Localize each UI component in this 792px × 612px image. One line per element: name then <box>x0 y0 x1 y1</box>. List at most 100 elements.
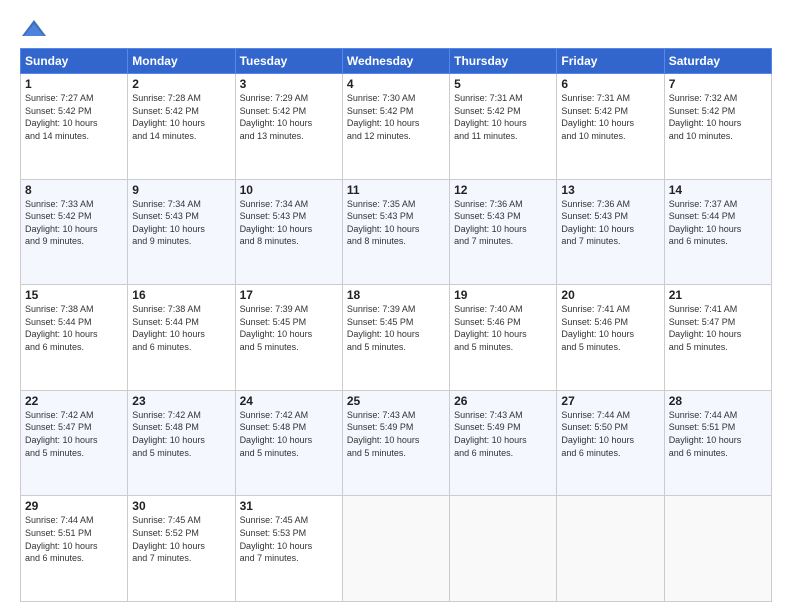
day-info: Sunrise: 7:41 AM Sunset: 5:46 PM Dayligh… <box>561 303 659 353</box>
day-info: Sunrise: 7:38 AM Sunset: 5:44 PM Dayligh… <box>25 303 123 353</box>
day-number: 14 <box>669 183 767 197</box>
page: SundayMondayTuesdayWednesdayThursdayFrid… <box>0 0 792 612</box>
calendar-cell: 28Sunrise: 7:44 AM Sunset: 5:51 PM Dayli… <box>664 390 771 496</box>
weekday-header-thursday: Thursday <box>450 49 557 74</box>
day-number: 15 <box>25 288 123 302</box>
day-number: 5 <box>454 77 552 91</box>
day-info: Sunrise: 7:36 AM Sunset: 5:43 PM Dayligh… <box>561 198 659 248</box>
weekday-header-tuesday: Tuesday <box>235 49 342 74</box>
calendar: SundayMondayTuesdayWednesdayThursdayFrid… <box>20 48 772 602</box>
day-info: Sunrise: 7:35 AM Sunset: 5:43 PM Dayligh… <box>347 198 445 248</box>
day-number: 21 <box>669 288 767 302</box>
day-number: 25 <box>347 394 445 408</box>
day-number: 20 <box>561 288 659 302</box>
calendar-cell <box>342 496 449 602</box>
day-info: Sunrise: 7:43 AM Sunset: 5:49 PM Dayligh… <box>347 409 445 459</box>
day-info: Sunrise: 7:32 AM Sunset: 5:42 PM Dayligh… <box>669 92 767 142</box>
calendar-cell: 14Sunrise: 7:37 AM Sunset: 5:44 PM Dayli… <box>664 179 771 285</box>
day-info: Sunrise: 7:31 AM Sunset: 5:42 PM Dayligh… <box>454 92 552 142</box>
day-number: 3 <box>240 77 338 91</box>
calendar-cell: 19Sunrise: 7:40 AM Sunset: 5:46 PM Dayli… <box>450 285 557 391</box>
week-row-4: 22Sunrise: 7:42 AM Sunset: 5:47 PM Dayli… <box>21 390 772 496</box>
day-number: 2 <box>132 77 230 91</box>
day-info: Sunrise: 7:42 AM Sunset: 5:48 PM Dayligh… <box>132 409 230 459</box>
day-info: Sunrise: 7:44 AM Sunset: 5:51 PM Dayligh… <box>25 514 123 564</box>
day-number: 18 <box>347 288 445 302</box>
calendar-body: 1Sunrise: 7:27 AM Sunset: 5:42 PM Daylig… <box>21 74 772 602</box>
day-number: 9 <box>132 183 230 197</box>
calendar-cell <box>664 496 771 602</box>
day-info: Sunrise: 7:30 AM Sunset: 5:42 PM Dayligh… <box>347 92 445 142</box>
weekday-header-friday: Friday <box>557 49 664 74</box>
calendar-cell: 30Sunrise: 7:45 AM Sunset: 5:52 PM Dayli… <box>128 496 235 602</box>
calendar-cell: 4Sunrise: 7:30 AM Sunset: 5:42 PM Daylig… <box>342 74 449 180</box>
day-info: Sunrise: 7:34 AM Sunset: 5:43 PM Dayligh… <box>240 198 338 248</box>
day-info: Sunrise: 7:45 AM Sunset: 5:53 PM Dayligh… <box>240 514 338 564</box>
calendar-cell: 18Sunrise: 7:39 AM Sunset: 5:45 PM Dayli… <box>342 285 449 391</box>
day-number: 28 <box>669 394 767 408</box>
calendar-cell: 5Sunrise: 7:31 AM Sunset: 5:42 PM Daylig… <box>450 74 557 180</box>
day-info: Sunrise: 7:39 AM Sunset: 5:45 PM Dayligh… <box>347 303 445 353</box>
logo-icon <box>20 18 48 40</box>
day-number: 26 <box>454 394 552 408</box>
calendar-cell: 21Sunrise: 7:41 AM Sunset: 5:47 PM Dayli… <box>664 285 771 391</box>
weekday-header-monday: Monday <box>128 49 235 74</box>
day-info: Sunrise: 7:34 AM Sunset: 5:43 PM Dayligh… <box>132 198 230 248</box>
day-number: 23 <box>132 394 230 408</box>
day-number: 4 <box>347 77 445 91</box>
calendar-cell: 20Sunrise: 7:41 AM Sunset: 5:46 PM Dayli… <box>557 285 664 391</box>
day-number: 31 <box>240 499 338 513</box>
week-row-1: 1Sunrise: 7:27 AM Sunset: 5:42 PM Daylig… <box>21 74 772 180</box>
day-info: Sunrise: 7:44 AM Sunset: 5:51 PM Dayligh… <box>669 409 767 459</box>
calendar-cell: 11Sunrise: 7:35 AM Sunset: 5:43 PM Dayli… <box>342 179 449 285</box>
calendar-cell: 15Sunrise: 7:38 AM Sunset: 5:44 PM Dayli… <box>21 285 128 391</box>
week-row-2: 8Sunrise: 7:33 AM Sunset: 5:42 PM Daylig… <box>21 179 772 285</box>
calendar-cell: 3Sunrise: 7:29 AM Sunset: 5:42 PM Daylig… <box>235 74 342 180</box>
day-number: 24 <box>240 394 338 408</box>
day-number: 10 <box>240 183 338 197</box>
day-info: Sunrise: 7:27 AM Sunset: 5:42 PM Dayligh… <box>25 92 123 142</box>
day-number: 12 <box>454 183 552 197</box>
day-number: 13 <box>561 183 659 197</box>
calendar-cell: 16Sunrise: 7:38 AM Sunset: 5:44 PM Dayli… <box>128 285 235 391</box>
day-info: Sunrise: 7:44 AM Sunset: 5:50 PM Dayligh… <box>561 409 659 459</box>
calendar-cell: 13Sunrise: 7:36 AM Sunset: 5:43 PM Dayli… <box>557 179 664 285</box>
day-info: Sunrise: 7:43 AM Sunset: 5:49 PM Dayligh… <box>454 409 552 459</box>
weekday-header-wednesday: Wednesday <box>342 49 449 74</box>
day-number: 29 <box>25 499 123 513</box>
calendar-cell: 1Sunrise: 7:27 AM Sunset: 5:42 PM Daylig… <box>21 74 128 180</box>
week-row-5: 29Sunrise: 7:44 AM Sunset: 5:51 PM Dayli… <box>21 496 772 602</box>
header <box>20 18 772 40</box>
day-info: Sunrise: 7:45 AM Sunset: 5:52 PM Dayligh… <box>132 514 230 564</box>
calendar-cell: 26Sunrise: 7:43 AM Sunset: 5:49 PM Dayli… <box>450 390 557 496</box>
calendar-cell: 12Sunrise: 7:36 AM Sunset: 5:43 PM Dayli… <box>450 179 557 285</box>
week-row-3: 15Sunrise: 7:38 AM Sunset: 5:44 PM Dayli… <box>21 285 772 391</box>
calendar-cell: 25Sunrise: 7:43 AM Sunset: 5:49 PM Dayli… <box>342 390 449 496</box>
day-info: Sunrise: 7:31 AM Sunset: 5:42 PM Dayligh… <box>561 92 659 142</box>
day-number: 6 <box>561 77 659 91</box>
calendar-cell: 27Sunrise: 7:44 AM Sunset: 5:50 PM Dayli… <box>557 390 664 496</box>
day-info: Sunrise: 7:38 AM Sunset: 5:44 PM Dayligh… <box>132 303 230 353</box>
day-info: Sunrise: 7:41 AM Sunset: 5:47 PM Dayligh… <box>669 303 767 353</box>
calendar-cell: 8Sunrise: 7:33 AM Sunset: 5:42 PM Daylig… <box>21 179 128 285</box>
calendar-cell: 23Sunrise: 7:42 AM Sunset: 5:48 PM Dayli… <box>128 390 235 496</box>
day-info: Sunrise: 7:28 AM Sunset: 5:42 PM Dayligh… <box>132 92 230 142</box>
day-info: Sunrise: 7:36 AM Sunset: 5:43 PM Dayligh… <box>454 198 552 248</box>
day-number: 17 <box>240 288 338 302</box>
weekday-header-saturday: Saturday <box>664 49 771 74</box>
day-info: Sunrise: 7:42 AM Sunset: 5:47 PM Dayligh… <box>25 409 123 459</box>
calendar-cell <box>450 496 557 602</box>
calendar-cell: 31Sunrise: 7:45 AM Sunset: 5:53 PM Dayli… <box>235 496 342 602</box>
day-number: 22 <box>25 394 123 408</box>
day-number: 30 <box>132 499 230 513</box>
calendar-header: SundayMondayTuesdayWednesdayThursdayFrid… <box>21 49 772 74</box>
day-number: 1 <box>25 77 123 91</box>
calendar-cell: 22Sunrise: 7:42 AM Sunset: 5:47 PM Dayli… <box>21 390 128 496</box>
day-number: 19 <box>454 288 552 302</box>
calendar-cell <box>557 496 664 602</box>
calendar-cell: 9Sunrise: 7:34 AM Sunset: 5:43 PM Daylig… <box>128 179 235 285</box>
calendar-cell: 2Sunrise: 7:28 AM Sunset: 5:42 PM Daylig… <box>128 74 235 180</box>
day-number: 27 <box>561 394 659 408</box>
day-number: 11 <box>347 183 445 197</box>
day-info: Sunrise: 7:39 AM Sunset: 5:45 PM Dayligh… <box>240 303 338 353</box>
